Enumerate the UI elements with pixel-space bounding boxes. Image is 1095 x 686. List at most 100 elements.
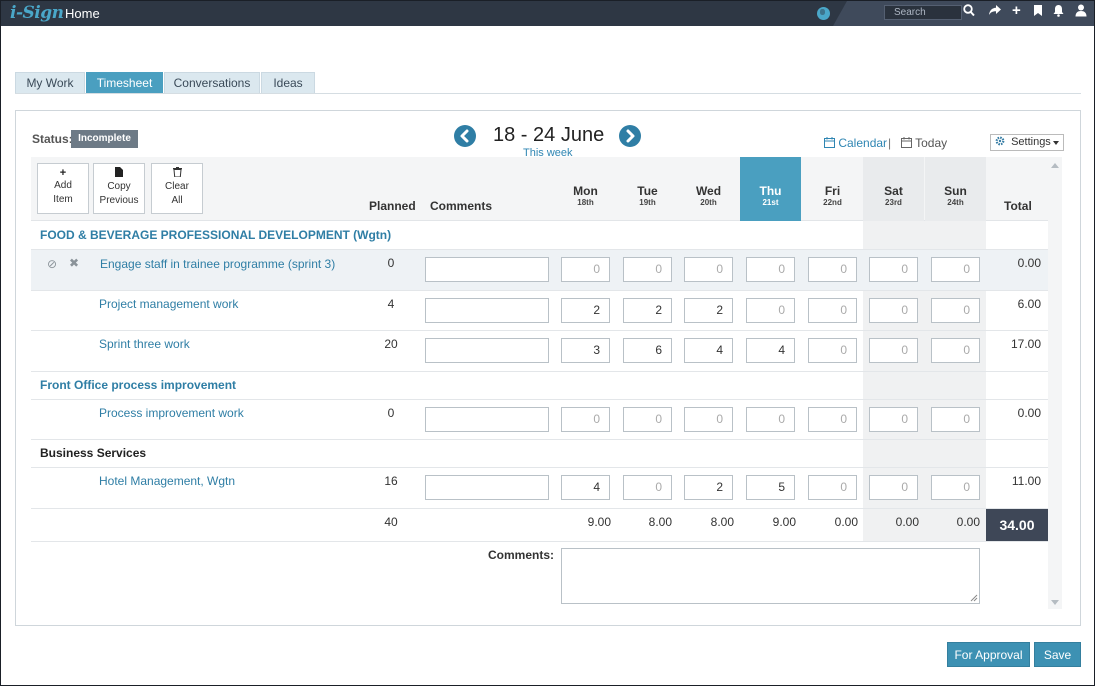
next-week-button[interactable] — [619, 125, 641, 147]
hours-input-sat[interactable]: 0 — [869, 407, 918, 432]
row-comment-input[interactable] — [425, 407, 549, 432]
hours-input-sun[interactable]: 0 — [931, 475, 980, 500]
resize-handle-icon[interactable] — [970, 594, 978, 602]
tab-ideas[interactable]: Ideas — [261, 72, 315, 94]
task-name[interactable]: Hotel Management, Wgtn — [99, 474, 235, 488]
calendar-link[interactable]: Calendar — [824, 136, 887, 150]
plus-icon[interactable]: + — [1012, 3, 1021, 19]
globe-icon[interactable] — [817, 7, 830, 20]
day-total-fri: 0.00 — [834, 515, 858, 529]
planned-value: 20 — [384, 337, 398, 351]
copy-previous-button[interactable]: Copy Previous — [93, 163, 145, 214]
hours-input-sun[interactable]: 0 — [931, 338, 980, 363]
disable-icon[interactable]: ⊘ — [47, 257, 57, 271]
settings-label: Settings — [1011, 136, 1051, 148]
hours-input-mon[interactable]: 4 — [561, 475, 610, 500]
for-approval-button[interactable]: For Approval — [947, 642, 1030, 667]
hours-input-mon[interactable]: 3 — [561, 338, 610, 363]
tab-timesheet[interactable]: Timesheet — [86, 72, 163, 94]
row-comment-input[interactable] — [425, 338, 549, 363]
tab-my-work[interactable]: My Work — [15, 72, 85, 94]
save-button[interactable]: Save — [1034, 642, 1081, 667]
app-logo[interactable]: i-Sign — [10, 3, 64, 23]
task-name[interactable]: Sprint three work — [99, 337, 190, 351]
hours-input-tue[interactable]: 0 — [623, 475, 672, 500]
search-icon[interactable] — [963, 4, 975, 21]
hours-input-wed[interactable]: 0 — [684, 257, 733, 282]
search-input[interactable]: Search — [884, 5, 962, 20]
day-header-fri: Fri 22nd — [823, 184, 842, 208]
link-separator: | — [888, 136, 892, 150]
group-title[interactable]: Front Office process improvement — [40, 378, 236, 392]
calendar-icon — [824, 137, 835, 148]
status-badge: Incomplete — [71, 130, 138, 148]
hours-input-fri[interactable]: 0 — [808, 407, 857, 432]
hours-input-sat[interactable]: 0 — [869, 338, 918, 363]
group-row: Front Office process improvement — [31, 372, 1048, 400]
hours-input-tue[interactable]: 6 — [623, 338, 672, 363]
hours-input-sat[interactable]: 0 — [869, 475, 918, 500]
day-total-sat: 0.00 — [895, 515, 919, 529]
hours-input-fri[interactable]: 0 — [808, 257, 857, 282]
hours-input-thu[interactable]: 0 — [746, 257, 795, 282]
day-header-tue: Tue 19th — [637, 184, 658, 208]
hours-input-sun[interactable]: 0 — [931, 257, 980, 282]
hours-input-thu[interactable]: 5 — [746, 475, 795, 500]
hours-input-wed[interactable]: 2 — [684, 298, 733, 323]
task-name[interactable]: Project management work — [99, 297, 238, 311]
row-total: 11.00 — [1011, 474, 1041, 488]
hours-input-sat[interactable]: 0 — [869, 298, 918, 323]
scrollbar[interactable] — [1048, 157, 1062, 609]
day-total-tue: 8.00 — [648, 515, 672, 529]
day-total-thu: 9.00 — [772, 515, 796, 529]
planned-total: 40 — [384, 515, 398, 529]
scroll-down-icon[interactable] — [1051, 600, 1059, 605]
today-link[interactable]: Today — [901, 136, 947, 150]
hours-input-thu[interactable]: 4 — [746, 338, 795, 363]
hours-input-thu[interactable]: 0 — [746, 407, 795, 432]
prev-week-button[interactable] — [454, 125, 476, 147]
scroll-up-icon[interactable] — [1051, 163, 1059, 168]
hours-input-tue[interactable]: 2 — [623, 298, 672, 323]
hours-input-sat[interactable]: 0 — [869, 257, 918, 282]
user-icon[interactable] — [1075, 4, 1087, 21]
hours-input-fri[interactable]: 0 — [808, 475, 857, 500]
comments-textarea[interactable] — [561, 548, 980, 604]
add-item-button[interactable]: + Add Item — [37, 163, 89, 214]
week-range: 18 - 24 June — [493, 124, 605, 146]
hours-input-fri[interactable]: 0 — [808, 298, 857, 323]
task-name[interactable]: Engage staff in trainee programme (sprin… — [100, 257, 335, 271]
hours-input-thu[interactable]: 0 — [746, 298, 795, 323]
settings-dropdown[interactable]: Settings — [990, 134, 1064, 151]
hours-input-tue[interactable]: 0 — [623, 407, 672, 432]
hours-input-sun[interactable]: 0 — [931, 298, 980, 323]
clear-all-button[interactable]: Clear All — [151, 163, 203, 214]
bell-icon[interactable] — [1052, 4, 1065, 21]
group-row: FOOD & BEVERAGE PROFESSIONAL DEVELOPMENT… — [31, 222, 1048, 250]
hours-input-mon[interactable]: 0 — [561, 407, 610, 432]
hours-input-mon[interactable]: 0 — [561, 257, 610, 282]
task-name[interactable]: Process improvement work — [99, 406, 244, 420]
row-comment-input[interactable] — [425, 257, 549, 282]
copy-previous-label-1: Copy — [107, 181, 131, 192]
day-total-mon: 9.00 — [587, 515, 611, 529]
today-link-label: Today — [915, 136, 948, 150]
row-comment-input[interactable] — [425, 298, 549, 323]
row-comment-input[interactable] — [425, 475, 549, 500]
planned-value: 4 — [387, 297, 395, 311]
share-icon[interactable] — [988, 4, 1002, 21]
hours-input-sun[interactable]: 0 — [931, 407, 980, 432]
remove-icon[interactable]: ✖ — [69, 256, 79, 270]
bookmark-icon[interactable] — [1033, 4, 1043, 21]
hours-input-wed[interactable]: 4 — [684, 338, 733, 363]
hours-input-wed[interactable]: 2 — [684, 475, 733, 500]
hours-input-fri[interactable]: 0 — [808, 338, 857, 363]
hours-input-tue[interactable]: 0 — [623, 257, 672, 282]
hours-input-wed[interactable]: 0 — [684, 407, 733, 432]
group-title[interactable]: FOOD & BEVERAGE PROFESSIONAL DEVELOPMENT… — [40, 228, 391, 242]
calendar-link-label: Calendar — [838, 136, 888, 150]
row-total: 0.00 — [1017, 256, 1041, 270]
tab-conversations[interactable]: Conversations — [164, 72, 260, 94]
hours-input-mon[interactable]: 2 — [561, 298, 610, 323]
day-header-sun: Sun 24th — [925, 157, 986, 221]
